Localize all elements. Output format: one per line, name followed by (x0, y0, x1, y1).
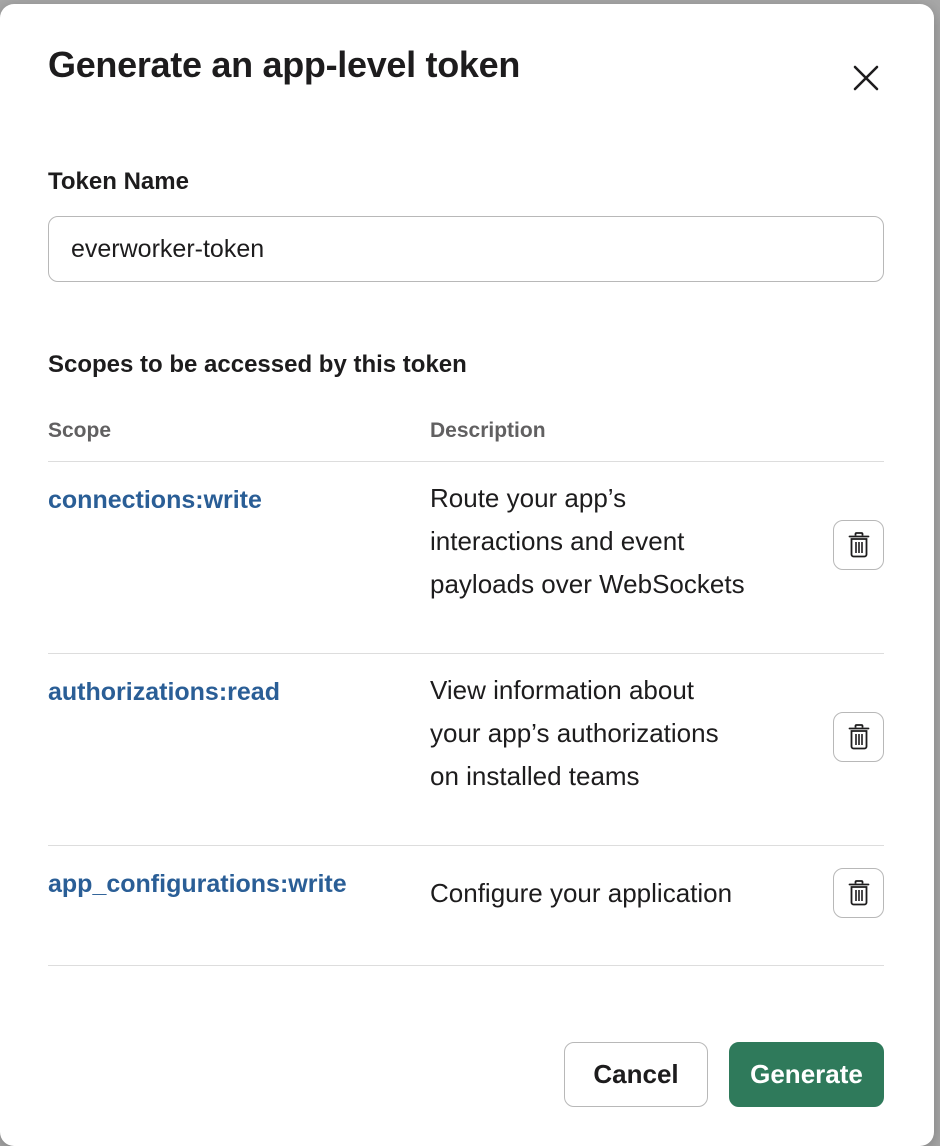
description-column-header: Description (430, 419, 546, 442)
close-icon (853, 65, 879, 91)
generate-token-modal: Generate an app-level token Token Name S… (0, 4, 934, 1146)
description-line: interactions and event (430, 526, 685, 556)
trash-icon (848, 880, 869, 906)
description-line: Configure your application (430, 878, 733, 908)
description-line: Route your app’s (430, 483, 627, 513)
scope-description: Configure your application (430, 872, 830, 915)
scope-row: app_configurations:write Configure your … (48, 845, 884, 965)
scope-link-app-configurations-write[interactable]: app_configurations:write (48, 870, 347, 899)
delete-scope-button[interactable] (833, 520, 884, 570)
description-line: on installed teams (430, 761, 640, 791)
scope-description: Route your app’s interactions and event … (430, 477, 780, 606)
scope-column-header: Scope (48, 419, 112, 442)
token-name-label: Token Name (48, 168, 189, 195)
scope-row: authorizations:read View information abo… (48, 653, 884, 845)
scopes-section-title: Scopes to be accessed by this token (48, 351, 467, 378)
trash-icon (848, 724, 869, 750)
scope-row: connections:write Route your app’s inter… (48, 461, 884, 653)
description-line: payloads over WebSockets (430, 569, 745, 599)
delete-scope-button[interactable] (833, 712, 884, 762)
trash-icon (848, 532, 869, 558)
close-button[interactable] (840, 56, 892, 100)
description-line: View information about (430, 675, 695, 705)
scope-link-authorizations-read[interactable]: authorizations:read (48, 678, 280, 707)
delete-scope-button[interactable] (833, 868, 884, 918)
modal-title: Generate an app-level token (48, 44, 521, 85)
description-line: your app’s authorizations (430, 718, 719, 748)
table-divider (48, 965, 884, 966)
generate-button[interactable]: Generate (729, 1042, 884, 1107)
token-name-input[interactable] (48, 216, 884, 282)
scope-description: View information about your app’s author… (430, 669, 780, 798)
scope-link-connections-write[interactable]: connections:write (48, 486, 262, 515)
cancel-button[interactable]: Cancel (564, 1042, 708, 1107)
